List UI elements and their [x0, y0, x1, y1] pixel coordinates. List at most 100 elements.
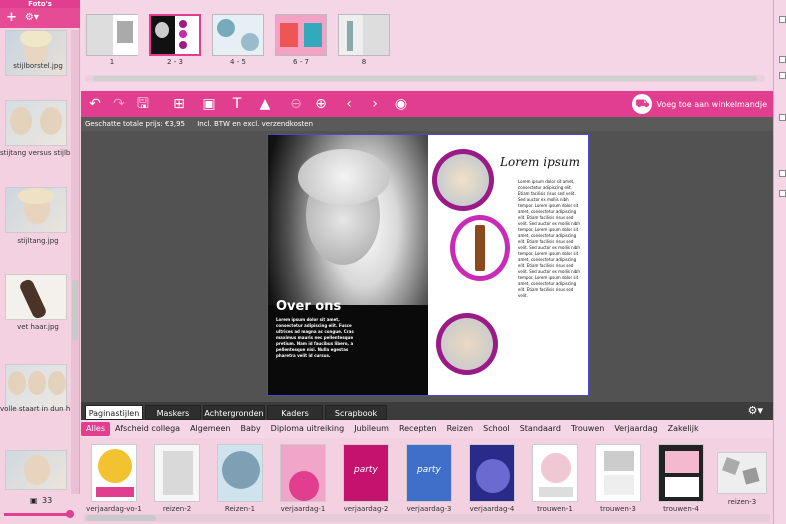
redo-icon[interactable]: ↷ — [109, 94, 129, 114]
photo-thumb[interactable] — [5, 187, 67, 233]
page-label: 4 - 5 — [230, 58, 246, 66]
tab-kaders[interactable]: Kaders — [267, 405, 323, 420]
category-item[interactable]: Algemeen — [185, 422, 235, 436]
next-icon[interactable]: › — [365, 94, 385, 114]
category-item[interactable]: Verjaardag — [609, 422, 662, 436]
zoom-in-icon[interactable]: ⊕ — [311, 94, 331, 114]
category-item[interactable]: Recepten — [394, 422, 442, 436]
product-frame-circle[interactable] — [450, 215, 510, 281]
tab-maskers[interactable]: Maskers — [145, 405, 201, 420]
pages-scrollbar-thumb[interactable] — [93, 76, 757, 81]
styles-scrollbar[interactable] — [84, 514, 770, 522]
gear-icon[interactable]: ⚙▾ — [748, 404, 763, 417]
styles-scrollbar-thumb[interactable] — [86, 515, 156, 521]
category-item[interactable]: Reizen — [442, 422, 479, 436]
tab-achtergronden[interactable]: Achtergronden — [203, 405, 265, 420]
tab-paginastijlen[interactable]: Paginastijlen — [85, 405, 143, 420]
photo-label: volle staart in dun h... — [0, 405, 76, 413]
left-page-heading[interactable]: Over ons — [276, 299, 341, 314]
photo-label: stijltang.jpg — [17, 237, 59, 245]
add-page-icon[interactable]: ⊞ — [169, 94, 189, 114]
category-item[interactable]: Zakelijk — [663, 422, 704, 436]
style-label: verjaardag-3 — [406, 505, 452, 513]
background-icon[interactable]: ▲ — [255, 94, 275, 114]
page-thumb[interactable] — [275, 14, 327, 56]
style-thumb[interactable] — [595, 444, 641, 502]
style-label: verjaardag-4 — [469, 505, 515, 513]
left-page-body[interactable]: Lorem ipsum dolor sit amet, consectetur … — [276, 317, 366, 359]
style-label: verjaardag-2 — [343, 505, 389, 513]
tax-note: Incl. BTW en excl. verzendkosten — [197, 120, 314, 128]
right-page-heading[interactable]: Lorem ipsum — [500, 155, 580, 169]
right-page[interactable]: Lorem ipsum Lorem ipsum dolor sit amet, … — [428, 135, 588, 395]
photos-panel-title: Foto's — [0, 0, 80, 8]
category-filter: Alles Afscheid collega Algemeen Baby Dip… — [81, 420, 773, 438]
photo-thumb[interactable] — [5, 450, 67, 490]
page-thumb-selected[interactable] — [149, 14, 201, 56]
style-thumb[interactable] — [532, 444, 578, 502]
add-text-icon[interactable]: T — [227, 94, 247, 114]
add-to-cart-button[interactable]: ⛟ Voeg toe aan winkelmandje — [632, 93, 767, 115]
style-thumb[interactable]: party — [343, 444, 389, 502]
preview-icon[interactable]: ◉ — [391, 94, 411, 114]
style-label: verjaardag-vo-1 — [86, 505, 142, 513]
page-label: 2 - 3 — [167, 58, 183, 66]
save-icon[interactable]: 🖫 — [133, 94, 153, 114]
thumbnail-size-slider[interactable] — [4, 513, 72, 516]
add-photo-icon[interactable]: ▣ — [199, 94, 219, 114]
page-thumb[interactable] — [338, 14, 390, 56]
page-thumb[interactable] — [212, 14, 264, 56]
properties-panel — [773, 0, 786, 524]
photo-settings-button[interactable]: ⚙▾ — [25, 9, 39, 27]
price-bar: Geschatte totale prijs: €3,95 Incl. BTW … — [81, 117, 773, 131]
editor-toolbar: ↶ ↷ 🖫 ⊞ ▣ T ▲ ⊖ ⊕ ‹ › ◉ ⛟ Voeg toe aan w… — [81, 91, 773, 117]
style-label: Reizen-1 — [224, 505, 256, 513]
property-checkbox[interactable] — [779, 16, 786, 23]
photo-frame-circle[interactable] — [432, 149, 494, 211]
photo-thumb[interactable] — [5, 274, 67, 320]
add-photo-button[interactable]: + — [6, 9, 17, 27]
style-thumb[interactable] — [717, 452, 767, 494]
photos-scrollbar-thumb[interactable] — [72, 280, 78, 340]
property-checkbox[interactable] — [779, 114, 786, 121]
property-checkbox[interactable] — [779, 72, 786, 79]
image-icon: ▣ — [30, 496, 38, 505]
photos-panel — [0, 0, 80, 524]
photo-frame-circle[interactable] — [436, 313, 498, 375]
style-thumb[interactable] — [469, 444, 515, 502]
style-thumb[interactable] — [280, 444, 326, 502]
cart-icon: ⛟ — [632, 94, 653, 114]
slider-handle[interactable] — [66, 510, 74, 518]
page-spread[interactable]: Over ons Lorem ipsum dolor sit amet, con… — [267, 134, 589, 396]
category-item[interactable]: Afscheid collega — [110, 422, 185, 436]
category-item[interactable]: School — [478, 422, 515, 436]
category-alles[interactable]: Alles — [81, 422, 111, 436]
category-item[interactable]: Jubileum — [349, 422, 394, 436]
page-label: 1 — [109, 58, 115, 66]
undo-icon[interactable]: ↶ — [85, 94, 105, 114]
left-page[interactable]: Over ons Lorem ipsum dolor sit amet, con… — [268, 135, 428, 395]
photo-label: stijlborstel.jpg — [13, 62, 63, 70]
zoom-out-icon[interactable]: ⊖ — [286, 94, 306, 114]
style-thumb[interactable]: party — [406, 444, 452, 502]
photo-thumb[interactable] — [5, 100, 67, 146]
photo-thumb[interactable] — [5, 364, 67, 410]
category-item[interactable]: Baby — [235, 422, 265, 436]
style-thumb[interactable] — [658, 444, 704, 502]
style-label: verjaardag-1 — [280, 505, 326, 513]
category-item[interactable]: Trouwen — [566, 422, 609, 436]
style-thumb[interactable] — [91, 444, 137, 502]
photos-scrollbar[interactable] — [71, 30, 79, 510]
category-item[interactable]: Diploma uitreiking — [266, 422, 350, 436]
style-thumb[interactable] — [154, 444, 200, 502]
photo-label: vet haar.jpg — [17, 323, 59, 331]
property-checkbox[interactable] — [779, 170, 786, 177]
previous-icon[interactable]: ‹ — [339, 94, 359, 114]
tab-scrapbook[interactable]: Scrapbook — [325, 405, 387, 420]
right-page-body[interactable]: Lorem ipsum dolor sit amet, consectetur … — [518, 179, 580, 389]
property-checkbox[interactable] — [779, 56, 786, 63]
style-thumb[interactable] — [217, 444, 263, 502]
property-checkbox[interactable] — [779, 190, 786, 197]
page-thumb[interactable] — [86, 14, 138, 56]
category-item[interactable]: Standaard — [515, 422, 566, 436]
